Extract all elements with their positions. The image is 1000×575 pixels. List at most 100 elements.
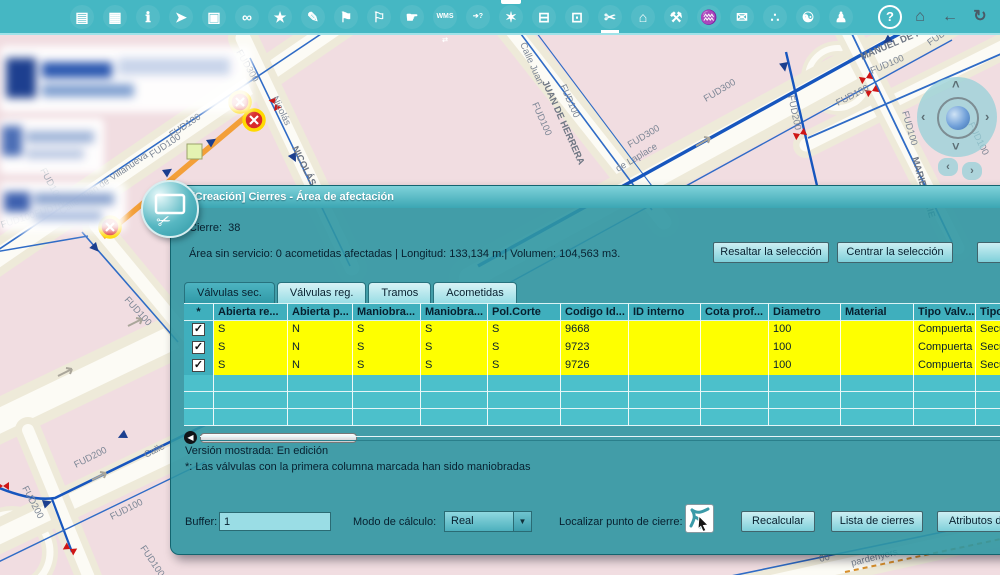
table-cell: 9726 — [561, 357, 629, 375]
chevron-down-icon[interactable]: ▼ — [513, 512, 531, 531]
table-row[interactable]: ✓SNSSS9726100CompuertaSecu — [184, 357, 1000, 375]
active-tool-dropdown[interactable]: ✶ — [499, 5, 523, 29]
column-header[interactable]: Material — [841, 303, 914, 321]
tab-tramos[interactable]: Tramos — [368, 282, 431, 304]
lista-de-cierres-button[interactable]: Lista de cierres — [831, 511, 923, 532]
print-icon[interactable]: ⊟ — [532, 5, 556, 29]
map-pan-control[interactable]: ˄ ˅ ‹ › — [917, 77, 997, 157]
share-network-icon[interactable]: ∴ — [763, 5, 787, 29]
row-checkbox[interactable]: ✓ — [192, 359, 205, 372]
back-icon[interactable]: ← — [938, 5, 962, 29]
version-line: Versión mostrada: En edición — [185, 445, 328, 457]
empty-cell — [353, 392, 421, 409]
column-header[interactable]: Maniobra... — [353, 303, 421, 321]
user-position-icon[interactable]: ♟ — [829, 5, 853, 29]
empty-cell — [914, 409, 976, 426]
resaltar-la-selecci-n-button[interactable]: Resaltar la selección — [713, 242, 829, 263]
select-cursor-icon[interactable]: ➤ — [169, 5, 193, 29]
column-header[interactable]: Diametro — [769, 303, 841, 321]
modo-select[interactable]: Real ▼ — [444, 511, 532, 532]
comments-icon[interactable]: ✉ — [730, 5, 754, 29]
map-select-icon[interactable]: ☛ — [400, 5, 424, 29]
checkbox-cell[interactable]: ✓ — [184, 357, 214, 375]
table-row[interactable]: ✓SNSSS9723100CompuertaSecu — [184, 339, 1000, 357]
table-hscrollbar[interactable]: ◀ — [184, 431, 1000, 444]
table-cell: S — [488, 321, 561, 339]
dialog-tabs: Válvulas sec.Válvulas reg.TramosAcometid… — [184, 282, 517, 303]
search-binoculars-icon[interactable]: ∞ — [235, 5, 259, 29]
empty-cell — [421, 392, 488, 409]
checkbox-cell[interactable]: ✓ — [184, 321, 214, 339]
wms-icon[interactable]: WMS ⇄ — [433, 5, 457, 29]
row-checkbox[interactable]: ✓ — [192, 341, 205, 354]
cut-network-icon[interactable]: ✂ — [598, 5, 622, 29]
pan-right-icon[interactable]: › — [985, 109, 989, 124]
recalcular-button[interactable]: Recalcular — [741, 511, 815, 532]
pan-up-icon[interactable]: ˄ — [952, 77, 960, 92]
empty-cell — [184, 375, 214, 392]
zo-button[interactable]: Zo — [977, 242, 1000, 263]
legend-table-icon[interactable]: ▦ — [103, 5, 127, 29]
empty-cell — [841, 409, 914, 426]
modo-value: Real — [451, 515, 474, 527]
info-icon[interactable]: ℹ — [136, 5, 160, 29]
table-cell: S — [214, 357, 288, 375]
valves-table: *Abierta re...Abierta p...Maniobra...Man… — [184, 303, 1000, 426]
help-arrows-icon[interactable]: ➔? — [466, 5, 490, 29]
empty-cell — [288, 392, 353, 409]
tab-v-lvulas-reg-[interactable]: Válvulas reg. — [277, 282, 367, 304]
table-cell: Compuerta — [914, 321, 976, 339]
atributos-del-c-button[interactable]: Atributos del C — [937, 511, 1000, 532]
dialog-title[interactable]: [Creación] Cierres - Área de afectación — [171, 186, 1000, 208]
tools-wrench-icon[interactable]: ⚒ — [664, 5, 688, 29]
column-header[interactable]: Pol.Corte — [488, 303, 561, 321]
buffer-input[interactable] — [219, 512, 331, 531]
help-icon[interactable]: ? — [878, 5, 902, 29]
map-note-icon[interactable]: ⚑ — [334, 5, 358, 29]
map-edit-icon[interactable]: ⚐ — [367, 5, 391, 29]
summary-line: Área sin servicio: 0 acometidas afectada… — [189, 248, 620, 260]
map-icon[interactable]: ▤ — [70, 5, 94, 29]
table-row[interactable] — [184, 375, 1000, 392]
pan-left-icon[interactable]: ‹ — [921, 109, 925, 124]
zoom-prev-button[interactable]: ‹ — [938, 158, 958, 176]
water-analysis-icon[interactable]: ♒ — [697, 5, 721, 29]
selected-node-marker[interactable] — [187, 144, 202, 159]
home-icon[interactable]: ⌂ — [908, 5, 932, 29]
pan-down-icon[interactable]: ˅ — [952, 139, 960, 154]
row-checkbox[interactable]: ✓ — [192, 323, 205, 336]
blurred-region — [0, 46, 252, 112]
logout-icon[interactable]: ↻ — [968, 5, 992, 29]
column-header[interactable]: Maniobra... — [421, 303, 488, 321]
table-cell — [701, 357, 769, 375]
empty-cell — [701, 409, 769, 426]
table-cell: S — [421, 357, 488, 375]
column-header[interactable]: Codigo Id... — [561, 303, 629, 321]
column-header[interactable]: Tipo — [976, 303, 1000, 321]
scroll-left-icon[interactable]: ◀ — [184, 431, 197, 444]
tab-v-lvulas-sec-[interactable]: Válvulas sec. — [184, 282, 275, 304]
copy-view-icon[interactable]: ▣ — [202, 5, 226, 29]
tab-acometidas[interactable]: Acometidas — [433, 282, 516, 304]
favorites-star-icon[interactable]: ★ — [268, 5, 292, 29]
column-header[interactable]: Abierta p... — [288, 303, 353, 321]
empty-cell — [488, 375, 561, 392]
edit-icon[interactable]: ✎ — [301, 5, 325, 29]
table-row[interactable]: ✓SNSSS9668100CompuertaSecu — [184, 321, 1000, 339]
column-header[interactable]: * — [184, 303, 214, 321]
column-header[interactable]: Tipo Valv... — [914, 303, 976, 321]
empty-cell — [976, 375, 1000, 392]
column-header[interactable]: Abierta re... — [214, 303, 288, 321]
checkbox-cell[interactable]: ✓ — [184, 339, 214, 357]
home-view-icon[interactable]: ⌂ — [631, 5, 655, 29]
table-cell — [701, 321, 769, 339]
print-report-icon[interactable]: ⊡ — [565, 5, 589, 29]
table-row[interactable] — [184, 392, 1000, 409]
locate-cut-point-button[interactable] — [685, 504, 714, 533]
column-header[interactable]: ID interno — [629, 303, 701, 321]
palette-icon[interactable]: ☯ — [796, 5, 820, 29]
table-row[interactable] — [184, 409, 1000, 426]
centrar-la-selecci-n-button[interactable]: Centrar la selección — [837, 242, 953, 263]
zoom-next-button[interactable]: › — [962, 162, 982, 180]
column-header[interactable]: Cota prof... — [701, 303, 769, 321]
